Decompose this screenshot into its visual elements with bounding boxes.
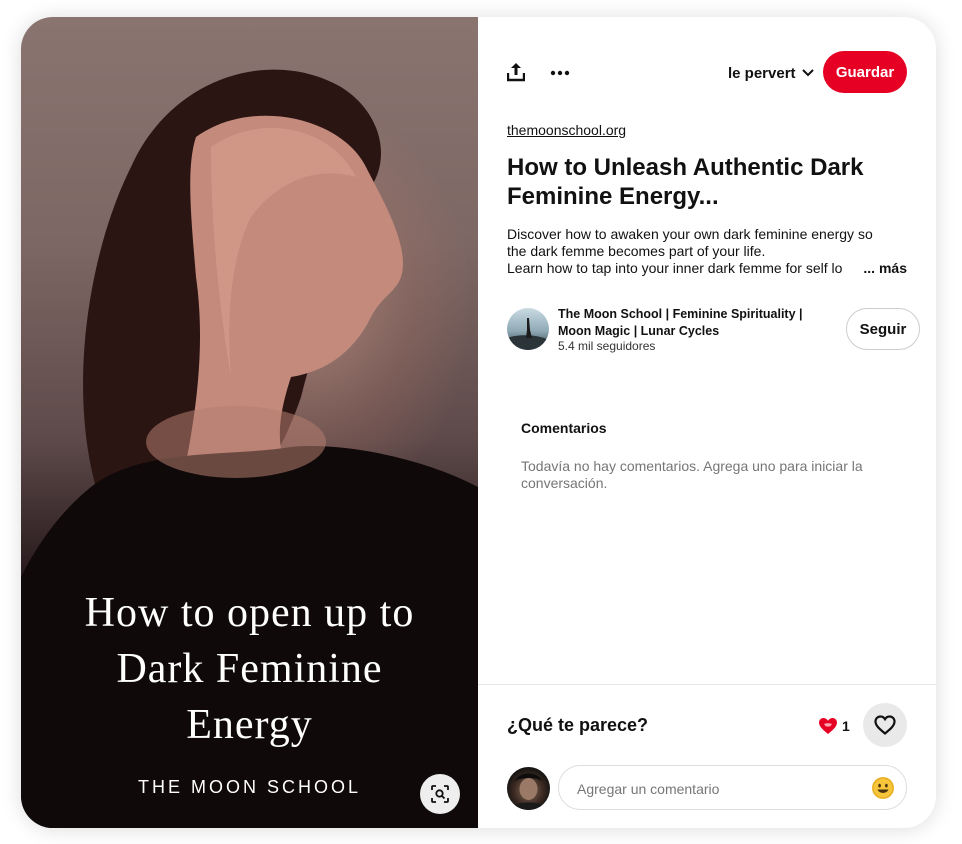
pin-closeup-card: How to open up to Dark Feminine Energy T…: [21, 17, 936, 828]
creator-avatar-image: [507, 318, 549, 350]
heart-reaction-icon[interactable]: [818, 717, 838, 735]
creator-followers: 5.4 mil seguidores: [558, 339, 656, 353]
board-name: le pervert: [728, 64, 796, 82]
creator-name[interactable]: The Moon School | Feminine Spirituality …: [558, 306, 818, 340]
pin-description: Discover how to awaken your own dark fem…: [507, 226, 907, 277]
description-last-row: Learn how to tap into your inner dark fe…: [507, 260, 907, 277]
comments-empty-state: Todavía no hay comentarios. Agrega uno p…: [521, 458, 863, 491]
pin-image-title-line: Energy: [186, 702, 313, 748]
pin-image-title-line: How to open up to: [84, 590, 415, 636]
emoji-icon: [872, 777, 894, 799]
comment-input[interactable]: [575, 776, 859, 802]
follow-button[interactable]: Seguir: [846, 308, 920, 350]
current-user-avatar[interactable]: [507, 767, 550, 810]
description-line: the dark femme becomes part of your life…: [507, 243, 766, 259]
more-options-button[interactable]: [548, 61, 572, 85]
pin-image-brand: THE MOON SCHOOL: [137, 777, 361, 797]
pin-image-title: How to open up to Dark Feminine Energy: [21, 585, 478, 753]
reaction-count: 1: [842, 718, 850, 734]
pin-details-panel: le pervert Guardar themoonschool.org How…: [478, 17, 936, 828]
source-link[interactable]: themoonschool.org: [507, 122, 626, 138]
heart-outline-icon: [874, 715, 896, 735]
pin-image-title-line: Dark Feminine: [116, 646, 383, 692]
description-line: Learn how to tap into your inner dark fe…: [507, 260, 843, 276]
reaction-prompt: ¿Qué te parece?: [507, 715, 649, 735]
comments-heading: Comentarios: [521, 420, 607, 436]
comment-composer: [558, 765, 907, 810]
pin-title: How to Unleash Authentic Dark Feminine E…: [507, 153, 907, 211]
creator-avatar[interactable]: [507, 308, 549, 350]
description-line: Discover how to awaken your own dark fem…: [507, 226, 873, 242]
footer-divider: [478, 684, 936, 685]
emoji-button[interactable]: [872, 777, 894, 799]
visual-search-button[interactable]: [420, 774, 460, 814]
read-more-link[interactable]: ... más: [861, 260, 907, 277]
more-options-icon: [550, 70, 570, 76]
board-selector[interactable]: le pervert: [728, 63, 814, 83]
pin-title-line: Feminine Energy...: [507, 183, 719, 210]
save-button[interactable]: Guardar: [823, 51, 907, 93]
share-icon: [507, 63, 525, 82]
react-button[interactable]: [863, 703, 907, 747]
pin-title-line: How to Unleash Authentic Dark: [507, 154, 864, 181]
share-button[interactable]: [504, 59, 528, 85]
pin-image[interactable]: How to open up to Dark Feminine Energy T…: [21, 17, 478, 828]
chevron-down-icon: [801, 69, 814, 77]
current-user-avatar-image: [507, 773, 550, 810]
visual-search-icon: [431, 785, 449, 803]
